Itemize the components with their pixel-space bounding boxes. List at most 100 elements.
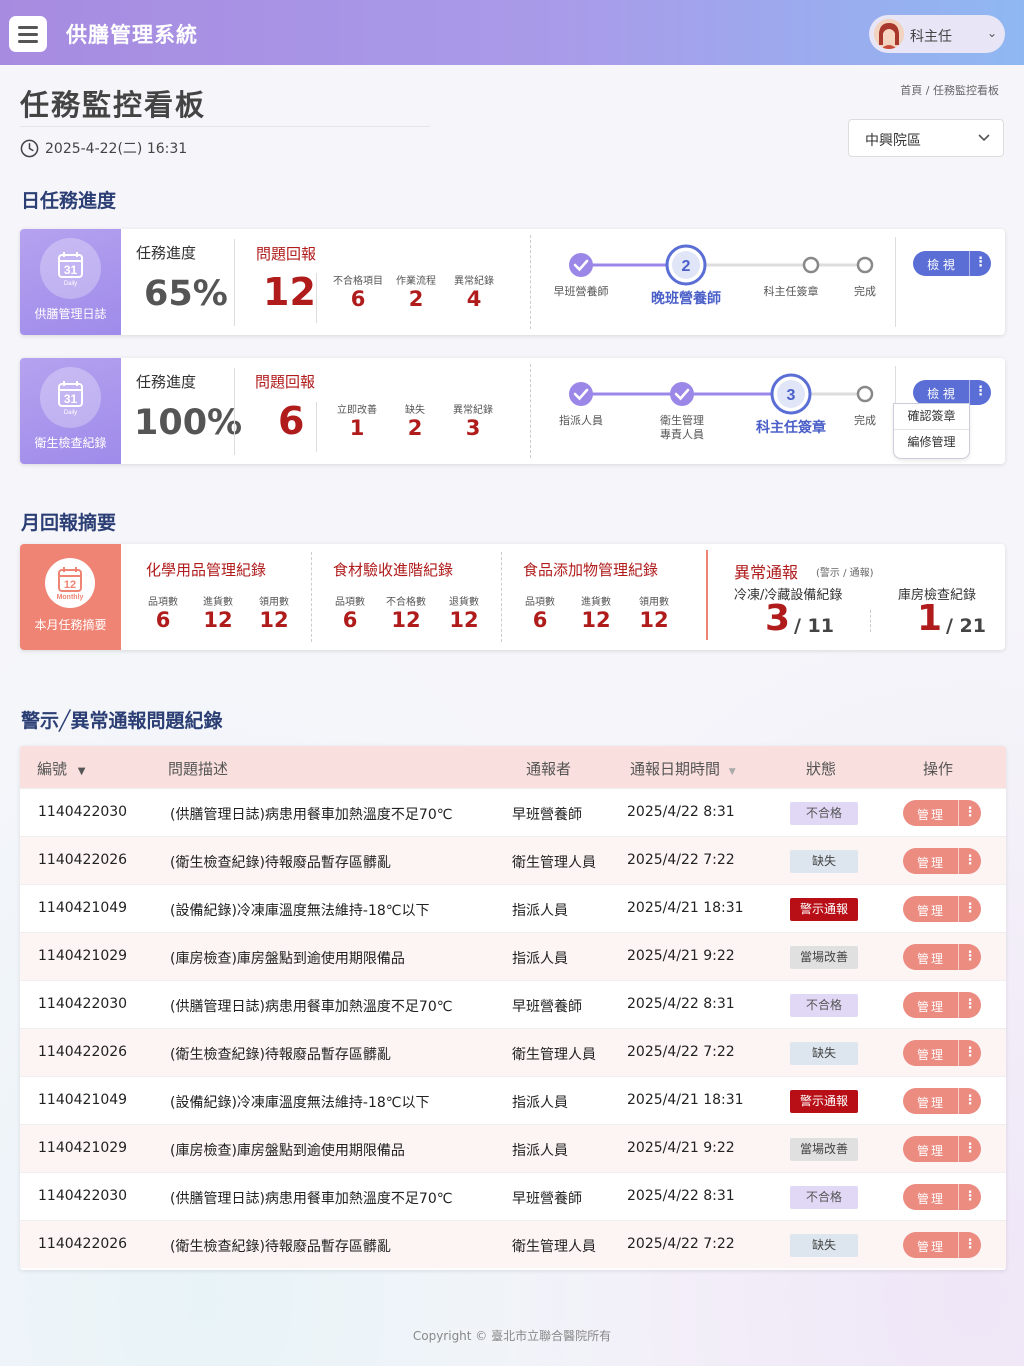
- app-title: 供膳管理系統: [66, 23, 198, 47]
- step-label-current: 晚班營養師: [651, 291, 721, 307]
- row-id: 1140422026: [38, 1044, 128, 1060]
- step-label: 專責人員: [660, 428, 704, 441]
- divider: [234, 368, 235, 455]
- row-datetime: 2025/4/22 7:22: [627, 1236, 735, 1252]
- card-badge: 31 Daily 衛生檢查紀錄: [20, 358, 121, 464]
- col-header-id[interactable]: 編號 ▼: [37, 758, 86, 779]
- badge-label: 本月任務摘要: [34, 618, 107, 632]
- step-label: 完成: [854, 285, 876, 298]
- more-vertical-icon[interactable]: ⋮: [958, 848, 981, 874]
- row-datetime: 2025/4/22 8:31: [627, 996, 735, 1012]
- manage-button[interactable]: 管理 ⋮: [903, 992, 981, 1018]
- manage-button[interactable]: 管理 ⋮: [903, 1088, 981, 1114]
- manage-button[interactable]: 管理 ⋮: [903, 896, 981, 922]
- manage-button[interactable]: 管理 ⋮: [903, 800, 981, 826]
- divider: [234, 239, 235, 326]
- more-vertical-icon[interactable]: ⋮: [958, 1088, 981, 1114]
- row-description: (庫房檢查)庫房盤點到逾使用期限備品: [170, 951, 405, 967]
- status-badge: 不合格: [790, 994, 858, 1017]
- issue-total: 12: [263, 270, 316, 314]
- view-button[interactable]: 檢 視 ⋮: [913, 251, 991, 276]
- datetime: 2025-4-22(二) 16:31: [20, 138, 187, 158]
- manage-button-label: 管理: [916, 1096, 945, 1110]
- check-icon: [569, 382, 593, 406]
- svg-text:2: 2: [682, 258, 691, 275]
- metric-value: 12: [203, 608, 233, 632]
- divider: [20, 126, 430, 127]
- manage-button[interactable]: 管理 ⋮: [903, 944, 981, 970]
- manage-button[interactable]: 管理 ⋮: [903, 1232, 981, 1258]
- svg-text:31: 31: [64, 263, 78, 277]
- manage-button[interactable]: 管理 ⋮: [903, 1136, 981, 1162]
- col-header-desc: 問題描述: [168, 760, 229, 778]
- campus-select[interactable]: 中興院區: [848, 119, 1004, 157]
- more-vertical-icon[interactable]: ⋮: [958, 800, 981, 826]
- step-label: 指派人員: [559, 414, 603, 427]
- svg-text:3: 3: [787, 387, 796, 404]
- row-reporter: 指派人員: [512, 1095, 568, 1111]
- more-vertical-icon[interactable]: ⋮: [969, 380, 991, 405]
- metric-value: 12: [391, 608, 421, 632]
- manage-button[interactable]: 管理 ⋮: [903, 1184, 981, 1210]
- metric-value: 1: [349, 416, 365, 440]
- more-vertical-icon[interactable]: ⋮: [958, 944, 981, 970]
- manage-button-label: 管理: [916, 1144, 945, 1158]
- more-vertical-icon[interactable]: ⋮: [958, 1136, 981, 1162]
- footer-copyright: Copyright © 臺北市立聯合醫院所有: [412, 1329, 612, 1343]
- more-vertical-icon[interactable]: ⋮: [969, 251, 991, 276]
- col-header-reporter: 通報者: [526, 760, 572, 778]
- more-vertical-icon[interactable]: ⋮: [958, 1232, 981, 1258]
- menu-item-edit-manage[interactable]: 編修管理: [894, 429, 969, 454]
- action-dropdown-menu: 確認簽章 編修管理: [893, 403, 970, 459]
- hamburger-menu-button[interactable]: [9, 16, 47, 52]
- more-vertical-icon[interactable]: ⋮: [958, 896, 981, 922]
- metric-label: 作業流程: [396, 276, 436, 287]
- sort-down-icon: ▼: [728, 767, 736, 777]
- row-datetime: 2025/4/21 18:31: [627, 900, 744, 916]
- menu-item-confirm-signature[interactable]: 確認簽章: [894, 404, 969, 429]
- metric-label: 品項數: [148, 597, 178, 608]
- row-datetime: 2025/4/22 7:22: [627, 852, 735, 868]
- row-id: 1140421049: [38, 1092, 128, 1108]
- metric-label: 異常紀錄: [454, 276, 494, 287]
- chevron-down-icon: [978, 134, 990, 142]
- metric-label: 異常紀錄: [453, 405, 493, 416]
- more-vertical-icon[interactable]: ⋮: [958, 1184, 981, 1210]
- col-header-date[interactable]: 通報日期時間 ▼: [630, 758, 736, 779]
- more-vertical-icon[interactable]: ⋮: [958, 992, 981, 1018]
- breadcrumb[interactable]: 首頁 / 任務監控看板: [900, 82, 999, 98]
- manage-button[interactable]: 管理 ⋮: [903, 848, 981, 874]
- clock-icon: [20, 139, 39, 157]
- row-id: 1140422030: [38, 996, 128, 1012]
- issue-title: 問題回報: [256, 245, 317, 263]
- check-icon: [569, 253, 593, 277]
- row-description: (供膳管理日誌)病患用餐車加熱溫度不足70℃: [170, 999, 453, 1015]
- metric-label: 退貨數: [449, 597, 479, 608]
- svg-text:Daily: Daily: [64, 281, 77, 287]
- metric-value: 2: [407, 416, 423, 440]
- sort-down-icon: ▼: [77, 766, 86, 777]
- row-reporter: 早班營養師: [512, 807, 582, 823]
- row-id: 1140421029: [38, 948, 128, 964]
- metric-value: 4: [466, 287, 482, 311]
- metric-value: 12: [259, 608, 289, 632]
- row-id: 1140422026: [38, 852, 128, 868]
- metric-label: 領用數: [259, 597, 289, 608]
- row-reporter: 衛生管理人員: [512, 1239, 596, 1255]
- divider: [706, 550, 708, 640]
- row-description: (庫房檢查)庫房盤點到逾使用期限備品: [170, 1143, 405, 1159]
- daily-task-card: 31 Daily 供膳管理日誌 任務進度 65% 問題回報 12 不合格項目 6…: [20, 229, 1005, 335]
- view-button-label: 檢 視: [927, 387, 955, 401]
- table-row: 1140422026 (衛生檢查紀錄)待報廢品暫存區髒亂 衛生管理人員 2025…: [20, 1220, 1006, 1268]
- row-description: (衛生檢查紀錄)待報廢品暫存區髒亂: [170, 1239, 391, 1255]
- view-button[interactable]: 檢 視 ⋮: [913, 380, 991, 405]
- divider: [311, 552, 312, 642]
- calendar-icon: 31 Daily: [40, 238, 101, 299]
- row-description: (衛生檢查紀錄)待報廢品暫存區髒亂: [170, 855, 391, 871]
- manage-button[interactable]: 管理 ⋮: [903, 1040, 981, 1066]
- more-vertical-icon[interactable]: ⋮: [958, 1040, 981, 1066]
- row-id: 1140421029: [38, 1140, 128, 1156]
- user-menu[interactable]: 科主任 ⌄: [869, 15, 1005, 53]
- status-badge: 缺失: [790, 850, 858, 873]
- row-datetime: 2025/4/22 7:22: [627, 1044, 735, 1060]
